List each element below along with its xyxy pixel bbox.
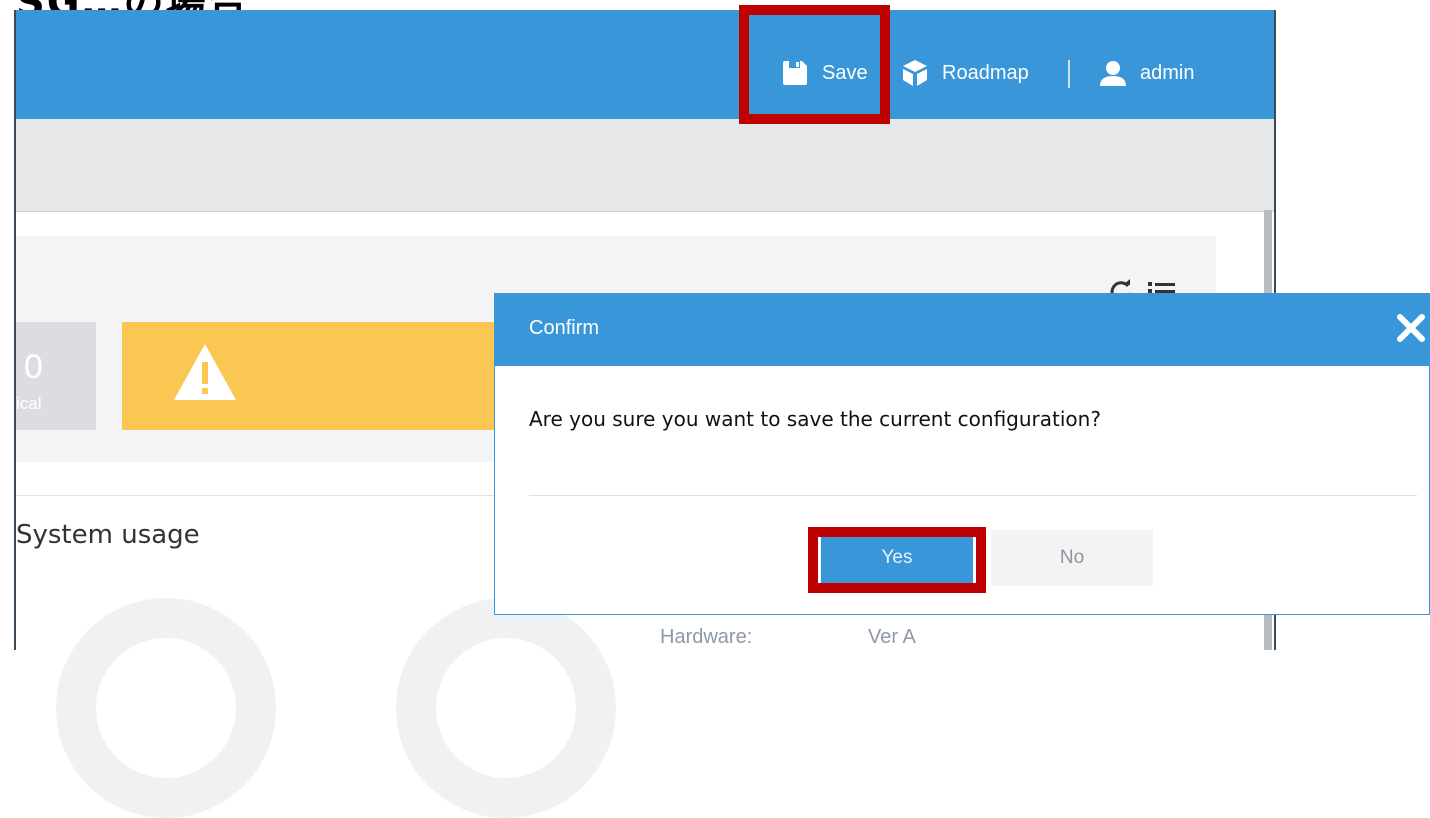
- dialog-divider: [529, 495, 1417, 496]
- close-button[interactable]: [1395, 312, 1427, 344]
- user-menu[interactable]: admin: [1098, 58, 1194, 88]
- close-icon: [1395, 314, 1427, 348]
- save-label: Save: [822, 61, 868, 84]
- navbar-divider: [1068, 60, 1070, 88]
- critical-alerts-tile[interactable]: 0 ical: [16, 322, 96, 430]
- toolbar-strip: [16, 119, 1274, 212]
- confirm-dialog: Confirm Are you sure you want to save th…: [494, 293, 1430, 615]
- system-usage-title: System usage: [16, 520, 200, 550]
- usage-gauge-cpu: [56, 598, 276, 818]
- critical-count: 0: [24, 348, 43, 386]
- user-label: admin: [1140, 61, 1195, 84]
- warning-icon: [172, 342, 238, 407]
- dialog-title: Confirm: [529, 317, 600, 339]
- usage-gauge-memory: [396, 598, 616, 818]
- user-icon: [1098, 58, 1128, 88]
- dialog-header: Confirm: [495, 294, 1430, 366]
- dialog-message: Are you sure you want to save the curren…: [529, 407, 1101, 431]
- critical-label: ical: [16, 394, 42, 413]
- top-navbar: Save Roadmap admin: [16, 10, 1274, 119]
- roadmap-link[interactable]: Roadmap: [900, 58, 1029, 88]
- save-button[interactable]: Save: [780, 58, 868, 88]
- no-button[interactable]: No: [991, 530, 1153, 586]
- yes-button[interactable]: Yes: [821, 530, 973, 586]
- floppy-disk-icon: [780, 58, 810, 88]
- roadmap-label: Roadmap: [942, 61, 1029, 84]
- cube-icon: [900, 58, 930, 88]
